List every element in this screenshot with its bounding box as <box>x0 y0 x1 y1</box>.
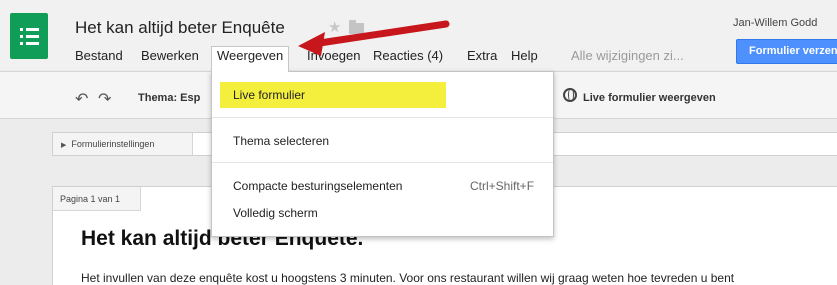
menu-bewerken[interactable]: Bewerken <box>141 46 199 65</box>
save-status: Alle wijzigingen zi... <box>571 48 684 63</box>
menu-item-live-form[interactable]: Live formulier <box>212 82 553 108</box>
menu-separator <box>212 117 553 118</box>
page-indicator: Pagina 1 van 1 <box>53 187 141 211</box>
view-menu-dropdown: Live formulier Thema selecteren Compacte… <box>211 71 554 237</box>
theme-button[interactable]: Thema: Esp <box>138 92 200 104</box>
menu-invoegen[interactable]: Invoegen <box>307 46 361 65</box>
form-settings-toggle[interactable]: ▶ Formulierinstellingen <box>53 133 193 155</box>
globe-icon <box>563 88 577 102</box>
user-name[interactable]: Jan-Willem Godd <box>733 17 817 29</box>
menu-item-select-theme[interactable]: Thema selecteren <box>212 128 553 154</box>
menu-item-compact-controls-label: Compacte besturingselementen <box>233 179 403 193</box>
menu-bestand[interactable]: Bestand <box>75 46 123 65</box>
star-icon[interactable]: ★ <box>328 18 341 36</box>
view-live-form-button[interactable]: Live formulier weergeven <box>583 92 716 104</box>
menu-item-compact-controls[interactable]: Compacte besturingselementen Ctrl+Shift+F <box>212 173 553 199</box>
menu-item-fullscreen[interactable]: Volledig scherm <box>212 200 553 226</box>
menu-item-select-theme-label: Thema selecteren <box>233 134 330 148</box>
send-form-button[interactable]: Formulier verzenden <box>736 39 837 64</box>
menu-reacties[interactable]: Reacties (4) <box>373 46 443 65</box>
forms-app-icon[interactable] <box>10 13 48 59</box>
app-header: Het kan altijd beter Enquête ★ Jan-Wille… <box>0 0 837 72</box>
menu-weergeven[interactable]: Weergeven <box>211 46 290 72</box>
redo-icon[interactable]: ↷ <box>98 89 111 109</box>
shortcut-label: Ctrl+Shift+F <box>470 179 535 193</box>
menu-item-fullscreen-label: Volledig scherm <box>233 206 318 220</box>
menu-separator <box>212 162 553 163</box>
form-settings-label: Formulierinstellingen <box>71 139 155 149</box>
undo-icon[interactable]: ↶ <box>75 89 88 109</box>
folder-icon[interactable] <box>349 20 364 34</box>
triangle-right-icon: ▶ <box>61 142 67 149</box>
menu-item-live-form-label: Live formulier <box>233 88 306 102</box>
document-title[interactable]: Het kan altijd beter Enquête <box>75 18 285 38</box>
menu-extra[interactable]: Extra <box>467 46 497 65</box>
form-description[interactable]: Het invullen van deze enquête kost u hoo… <box>81 271 734 285</box>
menu-help[interactable]: Help <box>511 46 538 65</box>
